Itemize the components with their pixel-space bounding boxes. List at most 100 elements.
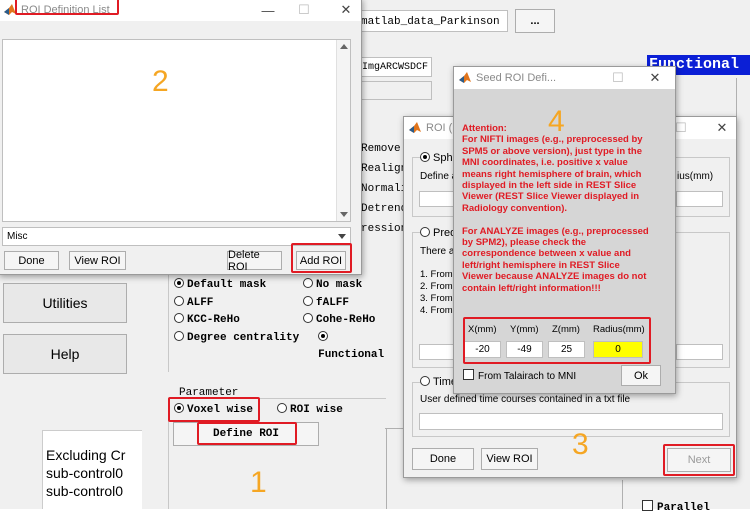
attention-text: Attention: For NIFTI images (e.g., prepro… [462, 123, 672, 294]
radius-label: ius(mm) [677, 171, 714, 182]
option-functional[interactable]: Functional [318, 330, 394, 365]
option-falff[interactable]: fALFF [303, 295, 349, 313]
sphere-field-left[interactable] [419, 191, 457, 207]
list-item[interactable]: sub-control0 [46, 464, 142, 482]
predefined-field-right[interactable] [676, 344, 723, 360]
list-item[interactable]: sub-control0 [46, 482, 142, 500]
time-file-field[interactable] [419, 413, 723, 430]
attention-line: Attention: [462, 123, 507, 134]
close-icon[interactable]: ✕ [640, 67, 670, 89]
lower-panel-line [385, 428, 403, 429]
attention-line: contain left/right information!!! [462, 282, 601, 294]
highlight-voxel-wise [168, 397, 260, 422]
seed-dialog-titlebar: Seed ROI Defi... ☐ ✕ [454, 67, 675, 89]
option-alff[interactable]: ALFF [174, 295, 303, 313]
checklist-item-detrend[interactable]: Detrend [361, 199, 407, 219]
radio-icon[interactable] [174, 330, 184, 341]
option-no-mask[interactable]: No mask [303, 277, 362, 295]
checklist-item-remove[interactable]: Remove [361, 139, 407, 159]
radio-icon[interactable] [303, 278, 313, 288]
close-icon[interactable]: ✕ [331, 0, 361, 21]
blank-field[interactable] [356, 81, 432, 100]
parallel-checkbox[interactable]: Parallel [642, 500, 710, 514]
roi-list-window: ROI Definition List — ☐ ✕ 2 Misc Done Vi… [0, 0, 362, 275]
step-1-label: 1 [250, 466, 267, 499]
matlab-logo-icon [458, 71, 472, 85]
roi-listbox[interactable] [2, 39, 351, 222]
attention-line: For NIFTI images (e.g., preprocessed by [462, 134, 643, 146]
radio-icon[interactable] [420, 152, 430, 162]
scrollbar[interactable] [336, 40, 350, 221]
seed-dialog-title: Seed ROI Defi... [476, 72, 557, 84]
radio-icon[interactable] [420, 376, 430, 386]
maximize-icon[interactable]: ☐ [603, 67, 633, 89]
option-kcc-reho[interactable]: KCC-ReHo [174, 312, 303, 330]
minimize-icon[interactable]: — [253, 0, 283, 21]
radio-icon[interactable] [277, 403, 287, 413]
option-degree-centrality[interactable]: Degree centrality [174, 330, 318, 365]
close-icon[interactable]: ✕ [707, 117, 737, 139]
radio-icon[interactable] [303, 295, 313, 306]
scroll-up-icon[interactable] [340, 44, 348, 49]
option-default-mask[interactable]: Default mask [174, 277, 303, 295]
roi-done-button[interactable]: Done [412, 448, 474, 470]
mask-options: Default mask No mask ALFF fALFF KCC-ReHo Co… [174, 277, 394, 365]
highlight-add-roi [291, 243, 352, 273]
sphere-field-right[interactable] [676, 191, 723, 207]
attention-line: correspondence between x value and [462, 248, 631, 260]
checkbox-icon[interactable] [642, 500, 653, 511]
attention-line: Radiology convention). [462, 202, 568, 214]
attention-line: left/right hemisphere in REST Slice [462, 259, 620, 271]
highlight-define-roi [197, 422, 297, 445]
browse-button[interactable]: ... [515, 9, 555, 33]
radio-icon[interactable] [420, 227, 430, 237]
title-highlight [15, 0, 119, 15]
attention-line: displayed in the left side in REST Slice [462, 180, 637, 192]
talairach-checkbox[interactable]: From Talairach to MNI [463, 369, 576, 382]
predefined-field-left[interactable] [419, 344, 457, 360]
maximize-icon[interactable]: ☐ [289, 0, 319, 21]
highlight-next [663, 444, 735, 476]
done-button[interactable]: Done [4, 251, 59, 270]
ok-button[interactable]: Ok [621, 365, 661, 386]
prefix-input[interactable]: FunImgARCWSDCF [356, 57, 432, 77]
attention-line: MNI coordinates, i.e. positive x value [462, 157, 628, 169]
checklist-item-normalize[interactable]: Normali [361, 179, 407, 199]
attention-line: by SPM2), please check the [462, 237, 587, 249]
chevron-down-icon[interactable] [338, 234, 346, 239]
radio-icon[interactable] [174, 295, 184, 306]
checkbox-icon[interactable] [463, 369, 474, 380]
attention-line: Viewer (REST Slice Viewer displayed in [462, 191, 640, 203]
radio-icon[interactable] [303, 313, 313, 323]
list-item[interactable]: Excluding Cr [46, 446, 142, 464]
time-description: User defined time courses contained in a… [420, 394, 631, 405]
option-cohe-reho[interactable]: Cohe-ReHo [303, 312, 375, 330]
roi-wise-radio[interactable]: ROI wise [277, 403, 343, 416]
define-label: Define a [420, 171, 458, 182]
roi-view-button[interactable]: View ROI [481, 448, 538, 470]
subject-list[interactable]: Excluding Cr sub-control0 sub-control0 [42, 430, 142, 509]
attention-line: Viewer because ANALYZE images do not [462, 271, 647, 283]
radio-icon[interactable] [174, 313, 184, 323]
checklist-item-regression[interactable]: ression [361, 219, 407, 239]
right-panel-vline [622, 480, 623, 509]
attention-line: means right hemisphere of brain, which [462, 168, 642, 180]
help-button[interactable]: Help [3, 334, 127, 374]
utilities-button[interactable]: Utilities [3, 283, 127, 323]
view-roi-button[interactable]: View ROI [69, 251, 126, 270]
prefix-text: FunImgARCWSDCF [357, 62, 428, 73]
radio-icon[interactable] [174, 278, 184, 288]
scroll-down-icon[interactable] [340, 212, 348, 217]
lower-panel-vline [386, 428, 387, 509]
checklist-item-realign[interactable]: Realign [361, 159, 407, 179]
delete-roi-button[interactable]: Delete ROI [227, 249, 282, 273]
attention-line: For ANALYZE images (e.g., preprocessed [462, 225, 649, 237]
matlab-logo-icon [408, 121, 422, 135]
step-2-label: 2 [152, 65, 169, 98]
highlight-coordinates [463, 317, 651, 364]
radio-icon[interactable] [318, 330, 329, 341]
seed-roi-dialog: Seed ROI Defi... ☐ ✕ 4 Attention: For NIF… [453, 66, 676, 394]
data-path-input[interactable]: matlab_data_Parkinson [356, 10, 508, 32]
preprocess-checklist: Remove Realign Normali Detrend ression [361, 139, 407, 239]
attention-line: SPM5 or above version), just type in the [462, 145, 643, 157]
